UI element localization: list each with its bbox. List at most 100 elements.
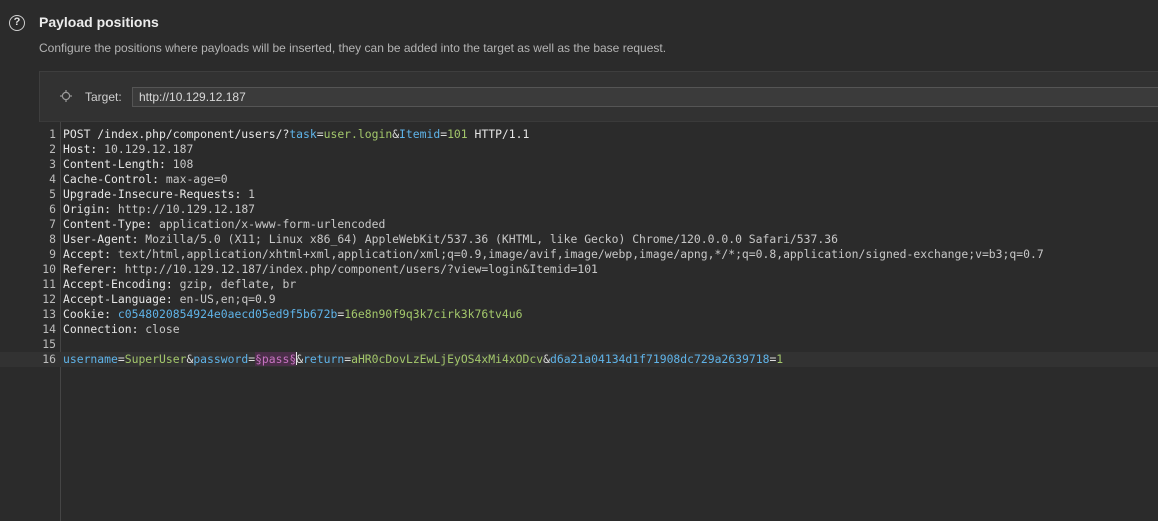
line-number: 16 [42,352,56,366]
section-title: Payload positions [39,14,159,30]
line-text[interactable]: User-Agent: Mozilla/5.0 (X11; Linux x86_… [63,232,838,247]
code-token: text/html,application/xhtml+xml,applicat… [117,247,1044,261]
line-number: 4 [49,172,56,186]
line-text[interactable]: Connection: close [63,322,180,337]
code-token: Accept-Language: [63,292,180,306]
request-line[interactable]: 16 username=SuperUser&password=§pass§&ret… [0,352,1158,367]
code-token: Origin: [63,202,118,216]
code-token: HTTP/1.1 [467,127,530,141]
line-text[interactable]: Cookie: c0548020854924e0aecd05ed9f5b672b… [63,307,523,322]
line-number: 15 [42,337,56,351]
code-token: max-age=0 [165,172,228,186]
line-number: 11 [42,277,56,291]
code-token: http://10.129.12.187/index.php/component… [124,262,598,276]
code-token: Accept-Encoding: [63,277,180,291]
line-text[interactable]: Upgrade-Insecure-Requests: 1 [63,187,255,202]
line-number: 7 [49,217,56,231]
line-text[interactable]: Accept-Language: en-US,en;q=0.9 [63,292,276,307]
code-token: close [145,322,180,336]
line-text[interactable]: Host: 10.129.12.187 [63,142,193,157]
code-token: Content-Type: [63,217,160,231]
code-token: Cookie: [63,307,118,321]
request-line[interactable]: 13 Cookie: c0548020854924e0aecd05ed9f5b67… [0,307,1158,322]
line-number: 2 [49,142,56,156]
line-number: 3 [49,157,56,171]
code-token: = [316,127,324,141]
code-token: Referer: [63,262,125,276]
line-text[interactable]: Origin: http://10.129.12.187 [63,202,255,217]
code-token: task [289,127,317,141]
request-line[interactable]: 9 Accept: text/html,application/xhtml+xml… [0,247,1158,262]
line-text[interactable]: Cache-Control: max-age=0 [63,172,228,187]
line-text[interactable]: Content-Type: application/x-www-form-url… [63,217,385,232]
line-number: 6 [49,202,56,216]
request-line[interactable]: 8 User-Agent: Mozilla/5.0 (X11; Linux x86… [0,232,1158,247]
line-number: 14 [42,322,56,336]
request-line[interactable]: 7 Content-Type: application/x-www-form-ur… [0,217,1158,232]
request-editor[interactable]: 1 POST /index.php/component/users/?task=u… [0,122,1158,521]
line-text[interactable]: username=SuperUser&password=§pass§&retur… [63,352,783,367]
code-token: Cache-Control: [63,172,166,186]
code-token: Content-Length: [63,157,173,171]
line-text[interactable]: Content-Length: 108 [63,157,193,172]
line-number: 1 [49,127,56,141]
request-line[interactable]: 15 [0,337,1158,352]
code-token: gzip, deflate, br [179,277,297,291]
line-number: 13 [42,307,56,321]
request-line[interactable]: 11 Accept-Encoding: gzip, deflate, br [0,277,1158,292]
code-token: 1 [248,187,256,201]
payload-position-marker[interactable]: §pass§ [255,352,297,366]
code-token: 1 [776,352,784,366]
code-token: User-Agent: [63,232,146,246]
code-token: application/x-www-form-urlencoded [159,217,386,231]
code-token: en-US,en;q=0.9 [179,292,276,306]
line-text[interactable]: Referer: http://10.129.12.187/index.php/… [63,262,598,277]
line-number: 8 [49,232,56,246]
crosshair-icon [60,90,72,102]
code-token: 108 [172,157,194,171]
code-token: Mozilla/5.0 (X11; Linux x86_64) AppleWeb… [145,232,838,246]
code-token: Accept: [63,247,118,261]
request-line[interactable]: 3 Content-Length: 108 [0,157,1158,172]
code-token: http://10.129.12.187 [117,202,256,216]
line-text[interactable]: Accept-Encoding: gzip, deflate, br [63,277,296,292]
code-token: user.login [323,127,393,141]
code-token: username [63,352,118,366]
request-line[interactable]: 5 Upgrade-Insecure-Requests: 1 [0,187,1158,202]
line-number: 5 [49,187,56,201]
question-mark-icon[interactable]: ? [9,15,25,31]
code-token: 10.129.12.187 [104,142,194,156]
request-line[interactable]: 6 Origin: http://10.129.12.187 [0,202,1158,217]
target-row: Target: [40,72,1158,122]
request-line[interactable]: 12 Accept-Language: en-US,en;q=0.9 [0,292,1158,307]
code-token: 101 [447,127,468,141]
code-token: return [303,352,345,366]
code-token: & [543,352,550,366]
request-code[interactable]: 1 POST /index.php/component/users/?task=u… [0,127,1158,367]
request-line[interactable]: 1 POST /index.php/component/users/?task=u… [0,127,1158,142]
line-number: 9 [49,247,56,261]
code-token: Upgrade-Insecure-Requests: [63,187,249,201]
section-description: Configure the positions where payloads w… [39,41,667,55]
line-text[interactable]: Accept: text/html,application/xhtml+xml,… [63,247,1044,262]
code-token: Connection: [63,322,146,336]
line-number: 10 [42,262,56,276]
code-token: POST /index.php/component/users/? [63,127,290,141]
code-token: d6a21a04134d1f71908dc729a2639718 [549,352,770,366]
code-token: c0548020854924e0aecd05ed9f5b672b [117,307,338,321]
payload-positions-screen: ? Payload positions Configure the positi… [0,0,1158,521]
code-token: SuperUser [124,352,187,366]
target-label: Target: [85,90,122,104]
code-token: password [193,352,249,366]
line-text[interactable]: POST /index.php/component/users/?task=us… [63,127,529,142]
target-input[interactable] [132,87,1158,107]
request-line[interactable]: 14 Connection: close [0,322,1158,337]
request-line[interactable]: 10 Referer: http://10.129.12.187/index.ph… [0,262,1158,277]
line-number: 12 [42,292,56,306]
code-token: 16e8n90f9q3k7cirk3k76tv4u6 [344,307,523,321]
code-token: Host: [63,142,105,156]
code-token: = [117,352,125,366]
code-token: Itemid [399,127,441,141]
request-line[interactable]: 2 Host: 10.129.12.187 [0,142,1158,157]
request-line[interactable]: 4 Cache-Control: max-age=0 [0,172,1158,187]
